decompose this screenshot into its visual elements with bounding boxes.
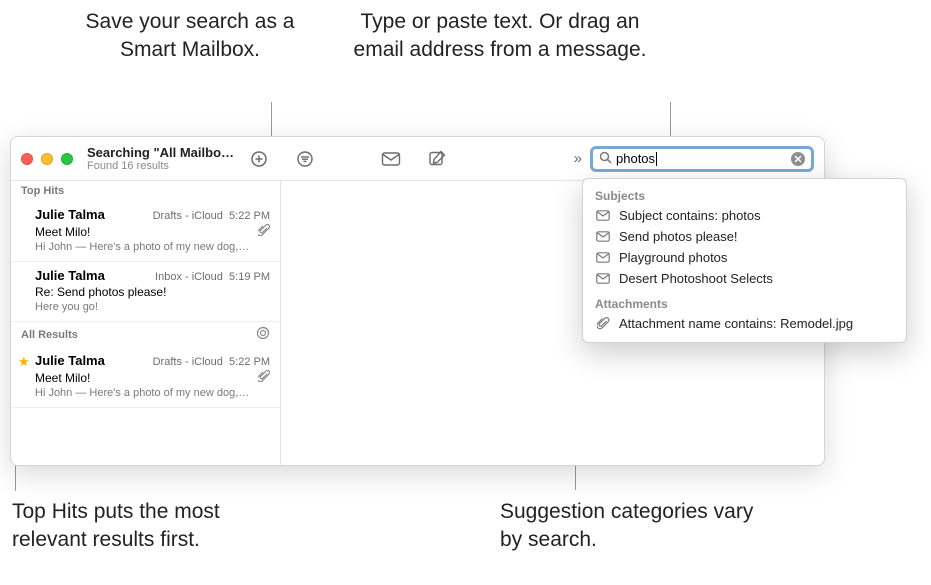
toolbar [248,148,448,170]
suggestion-item[interactable]: Playground photos [583,247,906,268]
envelope-icon [595,252,611,263]
leader-line [670,102,671,138]
paperclip-icon [595,317,611,330]
callout-searchfield: Type or paste text. Or drag an email add… [350,8,650,65]
suggestion-item[interactable]: Send photos please! [583,226,906,247]
message-item[interactable]: Julie Talma Inbox - iCloud 5:19 PM Re: S… [11,262,280,322]
close-button[interactable] [21,153,33,165]
flag-star-icon: ★ [18,354,30,370]
attachment-icon [258,370,270,385]
section-label: Top Hits [21,185,64,197]
window-title: Searching "All Mailbo… [87,145,242,160]
message-preview: Here you go! [35,301,270,313]
clear-search-button[interactable] [791,152,805,166]
search-suggestions-popover: Subjects Subject contains: photos Send p… [582,178,907,343]
search-text-value: photos [616,151,655,166]
message-subject: Re: Send photos please! [35,285,166,299]
message-preview: Hi John — Here's a photo of my new dog,… [35,241,270,253]
callout-suggestions: Suggestion categories vary by search. [500,498,760,555]
suggestion-text: Attachment name contains: Remodel.jpg [619,316,853,331]
message-time: 5:22 PM [229,356,270,368]
suggestions-header-attachments: Attachments [583,293,906,313]
message-mailbox: Drafts - iCloud [153,210,223,222]
suggestion-item[interactable]: Attachment name contains: Remodel.jpg [583,313,906,334]
compose-button[interactable] [426,148,448,170]
section-all-results: All Results [11,322,280,347]
zoom-button[interactable] [61,153,73,165]
message-subject: Meet Milo! [35,225,90,239]
shortcut-icon[interactable] [256,326,270,343]
message-item[interactable]: ★ Julie Talma Drafts - iCloud 5:22 PM Me… [11,347,280,408]
message-mailbox: Inbox - iCloud [155,271,223,283]
overflow-icon[interactable]: » [574,150,582,167]
message-item[interactable]: Julie Talma Drafts - iCloud 5:22 PM Meet… [11,201,280,262]
suggestions-header-subjects: Subjects [583,185,906,205]
section-label: All Results [21,329,78,341]
envelope-icon [595,231,611,242]
message-sender: Julie Talma [35,207,105,222]
message-preview: Hi John — Here's a photo of my new dog,… [35,387,270,399]
suggestion-text: Playground photos [619,250,727,265]
text-cursor [656,152,657,166]
minimize-button[interactable] [41,153,53,165]
suggestion-text: Desert Photoshoot Selects [619,271,773,286]
message-time: 5:22 PM [229,210,270,222]
window-subtitle: Found 16 results [87,160,242,172]
window-controls [21,153,73,165]
envelope-icon [595,273,611,284]
attachment-icon [258,224,270,239]
filter-button[interactable] [294,148,316,170]
suggestion-item[interactable]: Desert Photoshoot Selects [583,268,906,289]
message-sender: Julie Talma [35,268,105,283]
callout-tophits: Top Hits puts the most relevant results … [12,498,272,555]
envelope-button[interactable] [380,148,402,170]
message-list: Top Hits Julie Talma Drafts - iCloud 5:2… [11,181,281,465]
titlebar: Searching "All Mailbo… Found 16 results … [11,137,824,181]
title-block: Searching "All Mailbo… Found 16 results [87,145,242,172]
message-subject: Meet Milo! [35,371,90,385]
suggestion-text: Send photos please! [619,229,738,244]
search-field[interactable]: photos [590,146,814,172]
message-time: 5:19 PM [229,271,270,283]
suggestion-text: Subject contains: photos [619,208,761,223]
save-search-button[interactable] [248,148,270,170]
envelope-icon [595,210,611,221]
suggestion-item[interactable]: Subject contains: photos [583,205,906,226]
section-top-hits: Top Hits [11,181,280,201]
message-sender: Julie Talma [35,353,105,368]
callout-smartmailbox: Save your search as a Smart Mailbox. [80,8,300,65]
message-mailbox: Drafts - iCloud [153,356,223,368]
